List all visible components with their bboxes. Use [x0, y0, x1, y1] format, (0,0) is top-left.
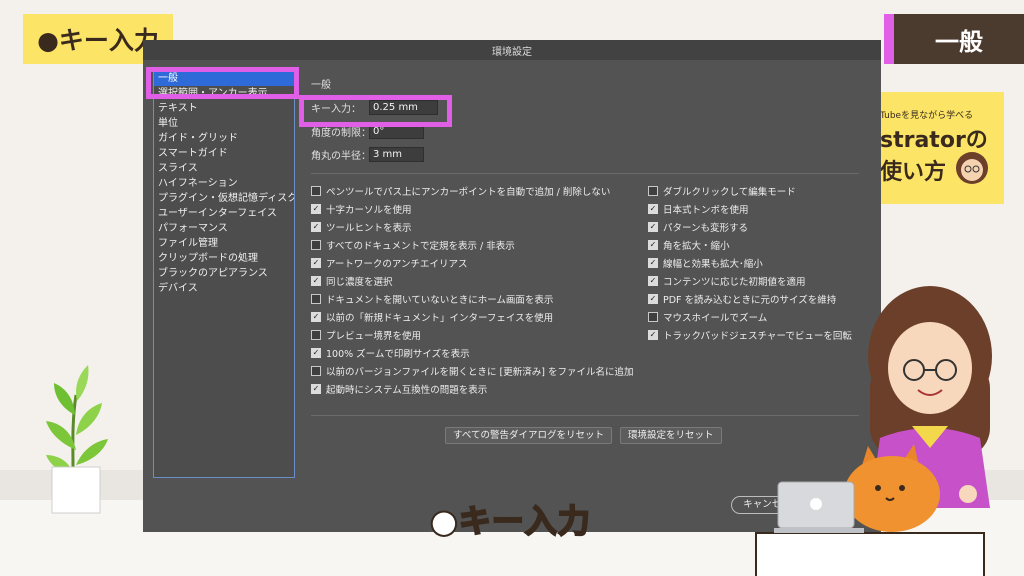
- checkbox[interactable]: ✓: [311, 258, 321, 268]
- checkbox[interactable]: ✓: [648, 222, 658, 232]
- option-pdf-original-size[interactable]: ✓ PDF を読み込むときに元のサイズを維持: [648, 292, 836, 306]
- checkbox[interactable]: [311, 240, 321, 250]
- option-content-aware[interactable]: ✓ コンテンツに応じた初期値を適用: [648, 274, 806, 288]
- checkbox[interactable]: [311, 186, 321, 196]
- corner-radius-label: 角丸の半径：: [311, 151, 371, 162]
- category-item-devices[interactable]: デバイス: [154, 281, 294, 296]
- category-item-slices[interactable]: スライス: [154, 161, 294, 176]
- checkbox[interactable]: ✓: [648, 258, 658, 268]
- option-anti-aliased[interactable]: ✓ アートワークのアンチエイリアス: [311, 256, 468, 270]
- preferences-dialog: 環境設定 一般 選択範囲・アンカー表示 テキスト 単位 ガイド・グリッド スマー…: [143, 40, 881, 532]
- checkbox[interactable]: ✓: [648, 204, 658, 214]
- checkbox[interactable]: ✓: [648, 276, 658, 286]
- category-item-plugins-scratch[interactable]: プラグイン・仮想記憶ディスク: [154, 191, 294, 206]
- option-scale-strokes[interactable]: ✓ 線幅と効果も拡大･縮小: [648, 256, 763, 270]
- caption-text: ●キー入力: [429, 501, 591, 541]
- checkbox[interactable]: ✓: [648, 240, 658, 250]
- option-compat-issues[interactable]: ✓ 起動時にシステム互換性の問題を表示: [311, 382, 487, 396]
- checkbox[interactable]: [648, 186, 658, 196]
- option-home-screen[interactable]: ドキュメントを開いていないときにホーム画面を表示: [311, 292, 553, 306]
- reset-warnings-button[interactable]: すべての警告ダイアログをリセット: [445, 427, 612, 444]
- laptop-illustration: [774, 481, 864, 533]
- option-append-converted[interactable]: 以前のバージョンファイルを開くときに [更新済み] をファイル名に追加: [311, 364, 633, 378]
- option-rulers-all-docs[interactable]: すべてのドキュメントで定規を表示 / 非表示: [311, 238, 515, 252]
- corner-radius-field[interactable]: 3 mm: [369, 147, 424, 162]
- category-item-units[interactable]: 単位: [154, 116, 294, 131]
- promo-card: Tubeを見ながら学べる stratorの 使い方: [880, 92, 1004, 204]
- highlight-key-input-field: [299, 95, 452, 127]
- checkbox[interactable]: [648, 312, 658, 322]
- checkbox[interactable]: ✓: [648, 294, 658, 304]
- category-item-hyphenation[interactable]: ハイフネーション: [154, 176, 294, 191]
- separator: [311, 173, 859, 174]
- section-tag: 一般: [884, 14, 1024, 64]
- option-scale-corners[interactable]: ✓ 角を拡大・縮小: [648, 238, 730, 252]
- checkbox[interactable]: [311, 366, 321, 376]
- checkbox[interactable]: ✓: [311, 312, 321, 322]
- category-item-file-handling[interactable]: ファイル管理: [154, 236, 294, 251]
- checkbox[interactable]: ✓: [311, 222, 321, 232]
- option-show-tooltips[interactable]: ✓ ツールヒントを表示: [311, 220, 412, 234]
- reset-preferences-button[interactable]: 環境設定をリセット: [620, 427, 722, 444]
- category-item-user-interface[interactable]: ユーザーインターフェイス: [154, 206, 294, 221]
- category-item-performance[interactable]: パフォーマンス: [154, 221, 294, 236]
- checkbox[interactable]: ✓: [648, 330, 658, 340]
- category-item-text[interactable]: テキスト: [154, 101, 294, 116]
- category-item-black-appearance[interactable]: ブラックのアピアランス: [154, 266, 294, 281]
- promo-title-line2: 使い方: [880, 160, 947, 185]
- category-item-smart-guides[interactable]: スマートガイド: [154, 146, 294, 161]
- option-trackpad-rotate[interactable]: ✓ トラックパッドジェスチャーでビューを回転: [648, 328, 852, 342]
- option-double-click-isolate[interactable]: ダブルクリックして編集モード: [648, 184, 796, 198]
- category-item-clipboard[interactable]: クリップボードの処理: [154, 251, 294, 266]
- corner-radius-row: 角丸の半径： 3 mm: [311, 147, 424, 162]
- promo-subtitle: Tubeを見ながら学べる: [880, 111, 974, 121]
- option-transform-patterns[interactable]: ✓ パターンも変形する: [648, 220, 748, 234]
- highlight-general-category: [146, 67, 299, 99]
- checkbox[interactable]: ✓: [311, 384, 321, 394]
- option-preview-bounds[interactable]: プレビュー境界を使用: [311, 328, 421, 342]
- checkbox[interactable]: [311, 294, 321, 304]
- checkbox[interactable]: ✓: [311, 276, 321, 286]
- option-zoom-scroll-wheel[interactable]: マウスホイールでズーム: [648, 310, 767, 324]
- desk: [755, 532, 985, 576]
- checkbox[interactable]: ✓: [311, 348, 321, 358]
- option-legacy-new-doc[interactable]: ✓ 以前の「新規ドキュメント」インターフェイスを使用: [311, 310, 553, 324]
- option-print-size-100[interactable]: ✓ 100% ズームで印刷サイズを表示: [311, 346, 470, 360]
- section-title: 一般: [311, 80, 331, 91]
- potted-plant-illustration: [46, 365, 108, 514]
- checkbox[interactable]: ✓: [311, 204, 321, 214]
- separator: [311, 415, 859, 416]
- option-pen-auto-add[interactable]: ペンツールでパス上にアンカーポイントを自動で追加 / 削除しない: [311, 184, 610, 198]
- option-select-same-tint[interactable]: ✓ 同じ濃度を選択: [311, 274, 393, 288]
- checkbox[interactable]: [311, 330, 321, 340]
- category-list[interactable]: 一般 選択範囲・アンカー表示 テキスト 単位 ガイド・グリッド スマートガイド …: [153, 70, 295, 478]
- dialog-titlebar: 環境設定: [143, 40, 881, 60]
- option-japanese-crop-marks[interactable]: ✓ 日本式トンボを使用: [648, 202, 749, 216]
- avatar-icon: [956, 152, 988, 184]
- option-precise-cursors[interactable]: ✓ 十字カーソルを使用: [311, 202, 412, 216]
- category-item-guides-grid[interactable]: ガイド・グリッド: [154, 131, 294, 146]
